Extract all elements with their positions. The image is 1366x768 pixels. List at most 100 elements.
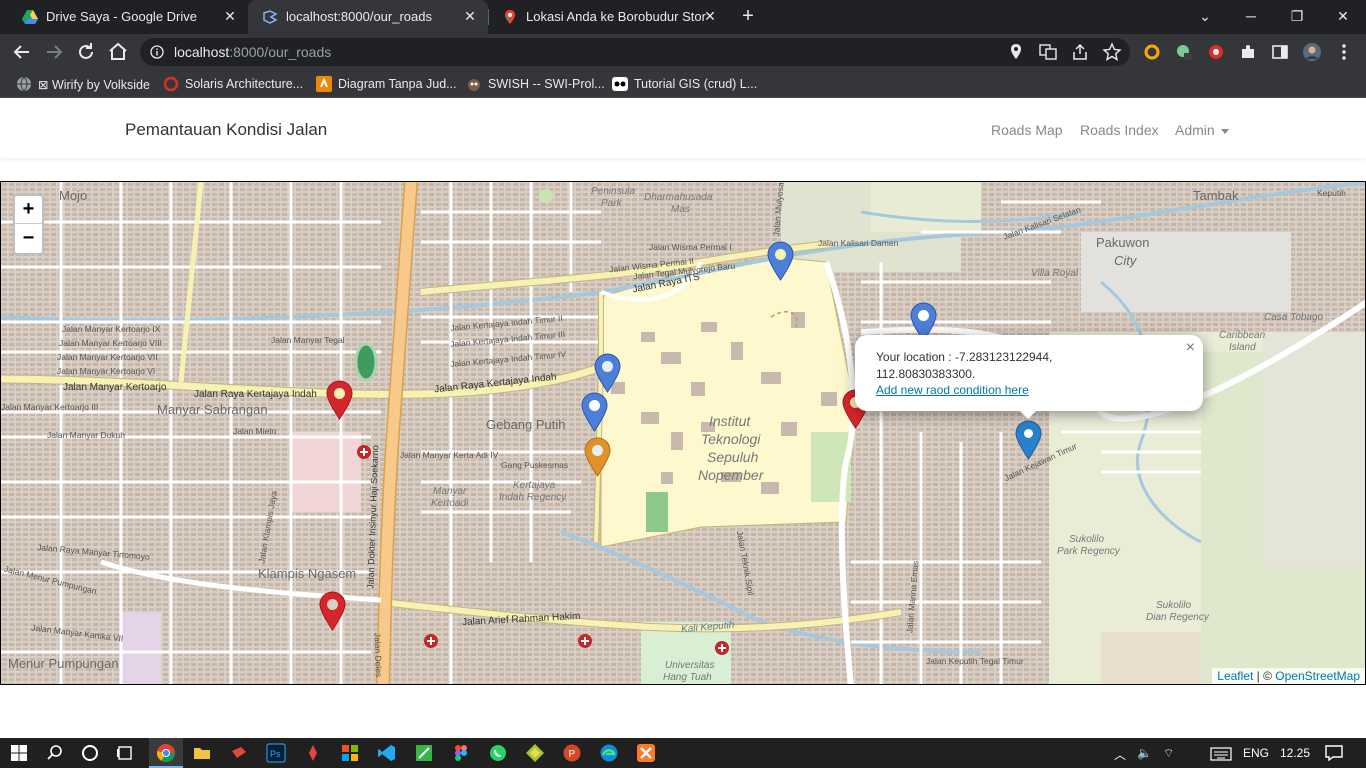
close-window-button[interactable]: ✕: [1330, 4, 1356, 28]
tab-search-chevron-icon[interactable]: ⌄: [1192, 4, 1218, 28]
tab-our-roads[interactable]: localhost:8000/our_roads ✕: [248, 0, 488, 34]
popup-tip: [1018, 409, 1038, 419]
tab-title: Lokasi Anda ke Borobudur Store: [526, 9, 706, 24]
bookmark-star-icon[interactable]: [1102, 42, 1122, 62]
close-tab-icon[interactable]: ✕: [702, 8, 718, 24]
map-marker-blue[interactable]: [581, 392, 608, 432]
caret-down-icon: [1220, 128, 1229, 134]
forward-arrow-icon[interactable]: [42, 40, 66, 64]
side-panel-icon[interactable]: [1270, 42, 1290, 62]
nav-roads-index[interactable]: Roads Index: [1080, 122, 1159, 138]
swish-owl-icon: [468, 79, 480, 91]
app-diamond-icon[interactable]: [525, 743, 545, 763]
zoom-in-button[interactable]: +: [15, 196, 42, 224]
chrome-icon: [156, 744, 175, 763]
laravel-icon: [263, 10, 278, 24]
url-text: localhost:8000/our_roads: [174, 44, 332, 60]
svg-text:Ps: Ps: [270, 749, 281, 759]
home-icon[interactable]: [106, 40, 130, 64]
network-icon[interactable]: ⌔: [1163, 746, 1174, 761]
notifications-icon[interactable]: [1324, 743, 1344, 763]
extension-x-icon[interactable]: [1174, 42, 1194, 62]
minimize-button[interactable]: ─: [1238, 4, 1264, 28]
share-icon[interactable]: [1070, 42, 1090, 62]
hospital-area: [291, 432, 361, 512]
map-marker-red[interactable]: [319, 591, 346, 631]
extension-ring-icon[interactable]: [1142, 42, 1162, 62]
google-maps-icon: [505, 10, 515, 24]
svg-text:P: P: [569, 749, 576, 760]
site-info-icon[interactable]: [150, 45, 164, 59]
map-marker-orange[interactable]: [584, 437, 611, 477]
more-menu-icon[interactable]: [1334, 42, 1354, 62]
openstreetmap-link[interactable]: OpenStreetMap: [1275, 669, 1360, 683]
powerpoint-icon[interactable]: P: [562, 743, 582, 763]
nav-admin-dropdown[interactable]: Admin: [1175, 122, 1229, 138]
pakuwon-city-area: [1081, 232, 1291, 312]
translate-icon[interactable]: [1038, 42, 1058, 62]
language-indicator[interactable]: ENG: [1243, 746, 1269, 760]
globe-icon: [17, 76, 31, 92]
app-green-icon[interactable]: [414, 743, 434, 763]
keyboard-icon[interactable]: [1210, 747, 1232, 761]
nav-admin-label: Admin: [1175, 122, 1215, 138]
volume-icon[interactable]: 🔈: [1137, 746, 1152, 760]
new-tab-button[interactable]: +: [738, 6, 758, 26]
close-tab-icon[interactable]: ✕: [462, 8, 478, 24]
xampp-icon[interactable]: [636, 743, 656, 763]
current-location-marker[interactable]: [1015, 420, 1042, 460]
figma-icon[interactable]: [451, 743, 471, 763]
solaris-icon: [163, 76, 179, 92]
bookmarks-bar: ⊠ Wirify by Volkside Solaris Architectur…: [0, 70, 1366, 98]
leaflet-link[interactable]: Leaflet: [1217, 669, 1253, 683]
whatsapp-icon[interactable]: [488, 743, 508, 763]
clock[interactable]: 12.25: [1280, 746, 1310, 760]
close-tab-icon[interactable]: ✕: [222, 8, 238, 24]
location-popup: Your location : -7.283123122944, 112.808…: [855, 335, 1203, 419]
map-marker-blue[interactable]: [594, 353, 621, 393]
edge-icon[interactable]: [599, 743, 619, 763]
zoom-control: + −: [13, 194, 44, 255]
extensions-puzzle-icon[interactable]: [1238, 42, 1258, 62]
tray-chevron-up-icon[interactable]: ︿: [1114, 746, 1126, 763]
map-marker-blue[interactable]: [767, 241, 794, 281]
windows-start-icon[interactable]: [9, 743, 29, 763]
maximize-button[interactable]: ❐: [1284, 4, 1310, 28]
back-arrow-icon[interactable]: [10, 40, 34, 64]
app-grid-icon[interactable]: [340, 743, 360, 763]
cortana-icon[interactable]: [80, 743, 100, 763]
search-icon[interactable]: [45, 743, 65, 763]
add-road-condition-link[interactable]: Add new raod condition here: [876, 383, 1029, 397]
web-page: Pemantauan Kondisi Jalan Roads Map Roads…: [0, 103, 1366, 738]
tab-google-maps[interactable]: Lokasi Anda ke Borobudur Store ✕: [488, 0, 728, 34]
map-marker-red[interactable]: [326, 380, 353, 420]
popup-location-text: Your location : -7.283123122944, 112.808…: [876, 350, 1053, 381]
windows-taskbar: Ps P ︿ 🔈 ⌔ ENG 12.25: [0, 738, 1366, 768]
popup-close-button[interactable]: ×: [1186, 339, 1195, 357]
browser-toolbar: localhost:8000/our_roads: [0, 34, 1366, 70]
task-view-icon[interactable]: [115, 743, 135, 763]
media-icon: [612, 77, 628, 91]
diagram-icon: [316, 76, 332, 92]
attribution-separator: | ©: [1253, 669, 1276, 683]
vscode-icon[interactable]: [377, 743, 397, 763]
leaflet-map[interactable]: Mojo Tambak Pakuwon City Manyar Sabranga…: [0, 181, 1366, 685]
tab-google-drive[interactable]: Drive Saya - Google Drive ✕: [8, 0, 248, 34]
google-drive-icon: [22, 10, 38, 24]
photoshop-icon[interactable]: Ps: [266, 743, 286, 763]
location-pin-icon[interactable]: [1006, 42, 1026, 62]
navbar-brand[interactable]: Pemantauan Kondisi Jalan: [125, 120, 327, 140]
reload-icon[interactable]: [74, 40, 98, 64]
zoom-out-button[interactable]: −: [15, 225, 42, 253]
address-bar[interactable]: localhost:8000/our_roads: [140, 38, 1130, 66]
taskbar-chrome-active[interactable]: [149, 738, 183, 768]
profile-avatar-icon[interactable]: [1302, 42, 1322, 62]
app-red-icon[interactable]: [229, 743, 249, 763]
map-attribution: Leaflet | © OpenStreetMap: [1212, 668, 1365, 684]
extension-red-icon[interactable]: [1206, 42, 1226, 62]
tab-title: localhost:8000/our_roads: [286, 9, 432, 24]
browser-tabstrip: Drive Saya - Google Drive ✕ localhost:80…: [0, 0, 1366, 34]
nav-roads-map[interactable]: Roads Map: [991, 122, 1063, 138]
file-explorer-icon[interactable]: [192, 743, 212, 763]
app-pen-icon[interactable]: [303, 743, 323, 763]
